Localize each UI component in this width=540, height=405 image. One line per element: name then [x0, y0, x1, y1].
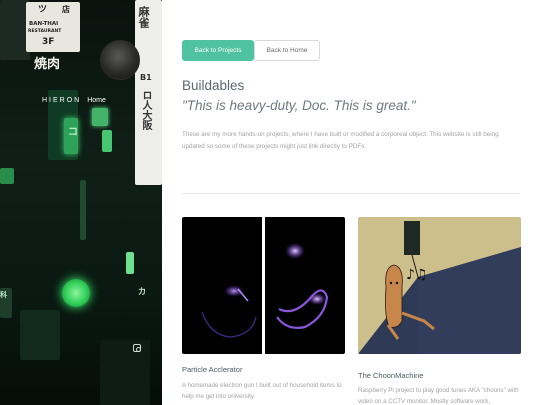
particle-accelerator-photo-left	[182, 217, 262, 354]
avatar	[100, 40, 140, 80]
sign-restaurant-text: RESTAURANT	[28, 29, 62, 34]
site-name: HIERON Home	[42, 97, 106, 104]
sign-small-left: 科	[0, 291, 7, 299]
page-description: These are my more hands-on projects, whe…	[182, 131, 499, 150]
main-content: Back to Projects Back to Home Buildables…	[162, 0, 540, 405]
home-link[interactable]: Home	[87, 97, 106, 104]
choon-machine-title[interactable]: The ChoonMachine	[358, 371, 423, 380]
sign-ma: 麻雀	[137, 6, 150, 28]
particle-accelerator-title[interactable]: Particle Acclerator	[182, 365, 242, 374]
sign-vertical-text: ロ人大阪	[140, 90, 151, 130]
page-quote: "This is heavy-duty, Doc. This is great.…	[182, 98, 416, 113]
particle-accelerator-image[interactable]	[182, 217, 345, 354]
page-title: Buildables	[182, 78, 245, 93]
sign-ka: カ	[138, 287, 146, 296]
choon-machine-image[interactable]: ♪♫	[358, 217, 521, 354]
sign-floor-text: 3F	[42, 37, 55, 47]
back-to-projects-button[interactable]: Back to Projects	[182, 40, 254, 61]
particle-accelerator-description: A homemade electron gun I built out of h…	[182, 382, 342, 400]
section-divider	[182, 193, 520, 194]
sign-tsu: ツ	[38, 5, 48, 15]
sign-ko: コ	[68, 127, 78, 138]
neon-green-circle	[62, 279, 90, 307]
sign-yakiniku: 焼肉	[34, 57, 61, 72]
sidebar-background-photo: ツ 店 BAN-THAI RESTAURANT 3F 焼肉 麻雀 B1 ロ人大阪…	[0, 0, 162, 405]
sign-ban-thai-text: BAN-THAI	[29, 21, 59, 27]
choon-machine-description: Raspberry Pi project to play good tunes …	[358, 387, 519, 405]
sign-ten: 店	[62, 5, 70, 14]
instagram-icon[interactable]	[133, 344, 141, 352]
particle-accelerator-photo-right	[265, 217, 345, 354]
svg-text:♪♫: ♪♫	[406, 267, 428, 283]
sign-b1: B1	[140, 73, 152, 82]
site-name-text: HIERON	[42, 97, 82, 104]
back-to-home-button[interactable]: Back to Home	[254, 40, 320, 61]
